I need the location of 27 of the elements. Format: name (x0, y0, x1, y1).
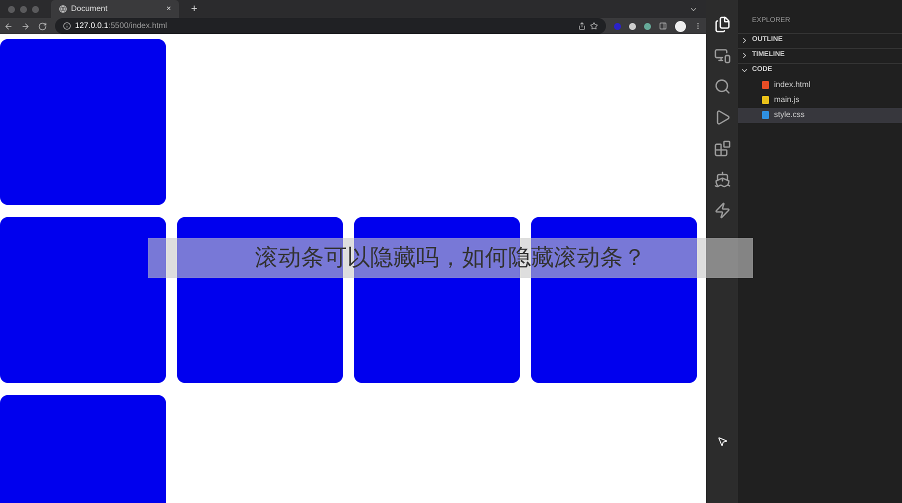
tab-close-button[interactable]: × (166, 3, 171, 15)
extension-icon[interactable] (644, 22, 651, 30)
file-item[interactable]: main.js (738, 92, 902, 108)
back-icon[interactable] (4, 22, 13, 30)
info-icon (63, 22, 71, 30)
mouse-cursor-icon (716, 436, 728, 447)
file-item[interactable]: style.css (738, 108, 902, 122)
extensions-icon[interactable] (714, 140, 730, 157)
tab-title: Document (71, 3, 108, 15)
reload-icon[interactable] (38, 22, 47, 30)
extension-icon[interactable] (629, 22, 636, 30)
files-icon[interactable] (714, 16, 730, 33)
new-tab-button[interactable]: + (191, 0, 198, 18)
browser-tab[interactable]: Document × (51, 0, 179, 18)
globe-icon (59, 5, 67, 13)
file-item[interactable]: index.html (738, 78, 902, 92)
share-icon[interactable] (578, 22, 586, 30)
side-panel-icon[interactable] (659, 22, 667, 30)
url-field[interactable]: 127.0.0.1:5500/index.html (55, 18, 606, 34)
forward-icon[interactable] (21, 22, 30, 30)
star-icon[interactable] (590, 22, 598, 30)
url-text: 127.0.0.1:5500/index.html (75, 20, 168, 32)
chevron-down-icon (740, 66, 749, 75)
monitor-icon[interactable] (714, 47, 730, 64)
profile-avatar[interactable] (675, 20, 686, 32)
search-icon[interactable] (714, 78, 730, 95)
lightning-icon[interactable] (714, 202, 730, 219)
